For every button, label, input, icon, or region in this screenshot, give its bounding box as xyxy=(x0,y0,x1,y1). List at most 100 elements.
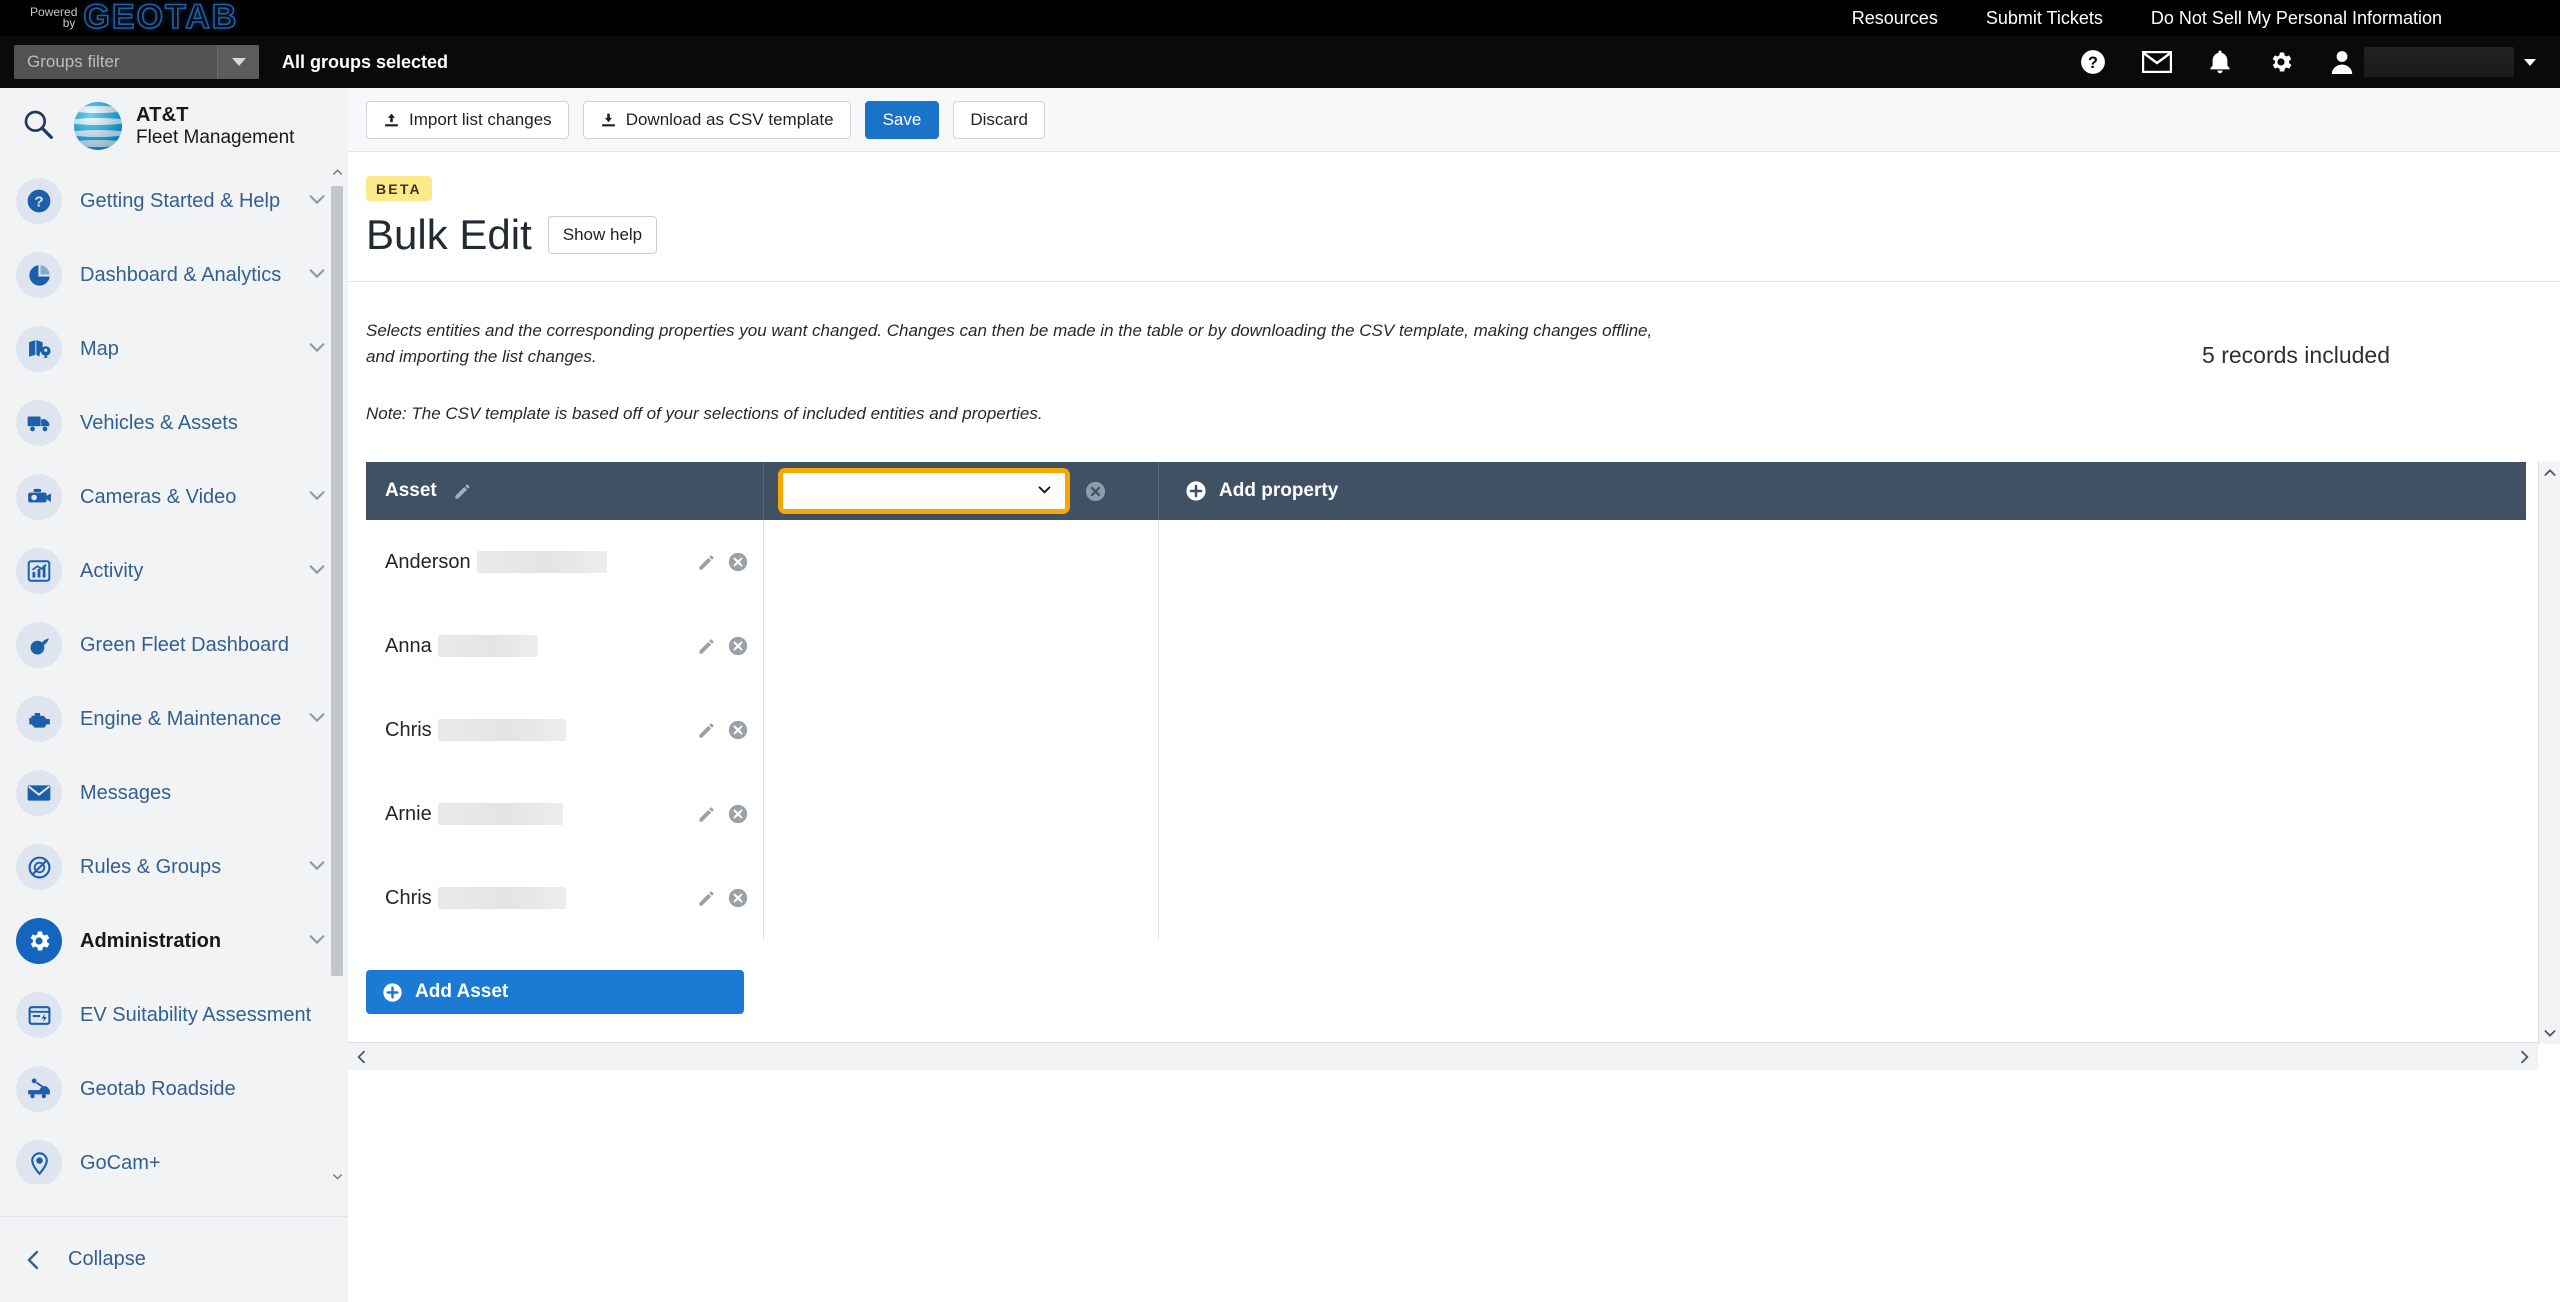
sidebar-item-cameras-video[interactable]: Cameras & Video xyxy=(0,460,348,534)
discard-button[interactable]: Discard xyxy=(953,100,1045,139)
remove-row-icon[interactable] xyxy=(727,887,749,909)
edit-pencil-icon[interactable] xyxy=(697,805,716,824)
remove-property-icon[interactable] xyxy=(1084,480,1107,503)
question-circle-icon: ? xyxy=(16,178,62,224)
link-submit-tickets[interactable]: Submit Tickets xyxy=(1986,8,2103,29)
chevron-down-icon[interactable] xyxy=(306,706,332,733)
remove-row-icon[interactable] xyxy=(727,551,749,573)
page-title: Bulk Edit xyxy=(366,211,532,258)
sidebar-item-rules-groups[interactable]: Rules & Groups xyxy=(0,830,348,904)
sidebar-item-vehicles-assets[interactable]: Vehicles & Assets xyxy=(0,386,348,460)
link-resources[interactable]: Resources xyxy=(1852,8,1938,29)
sidebar-item-engine-maintenance[interactable]: Engine & Maintenance xyxy=(0,682,348,756)
edit-pencil-icon[interactable] xyxy=(697,637,716,656)
sidebar-item-gocam-plus[interactable]: GoCam+ xyxy=(0,1126,348,1184)
property-cell[interactable] xyxy=(764,688,1159,772)
remove-row-icon[interactable] xyxy=(727,719,749,741)
chevron-down-icon[interactable] xyxy=(306,336,332,363)
add-asset-button[interactable]: Add Asset xyxy=(366,970,744,1014)
sidebar-item-ev-suitability-assessment[interactable]: EV Suitability Assessment xyxy=(0,978,348,1052)
sidebar-scroll-thumb[interactable] xyxy=(331,186,343,976)
chevron-down-icon xyxy=(231,58,246,66)
sidebar-item-getting-started[interactable]: ? Getting Started & Help xyxy=(0,164,348,238)
remove-row-icon[interactable] xyxy=(727,635,749,657)
table-row[interactable]: Arnie xyxy=(366,772,2526,856)
edit-pencil-icon[interactable] xyxy=(697,721,716,740)
groups-filter-caret[interactable] xyxy=(217,45,259,79)
table-row[interactable]: Chris xyxy=(366,856,2526,940)
property-select[interactable] xyxy=(783,473,1065,509)
property-cell[interactable] xyxy=(764,520,1159,604)
asset-name: Chris xyxy=(385,886,432,909)
chevron-down-icon[interactable] xyxy=(306,854,332,881)
sidebar-item-label: Cameras & Video xyxy=(80,485,237,508)
sidebar-item-label: GoCam+ xyxy=(80,1151,161,1174)
scroll-up-icon[interactable] xyxy=(2542,465,2558,481)
gear-icon[interactable] xyxy=(2268,49,2294,75)
user-account-menu[interactable] xyxy=(2330,47,2536,77)
bell-icon[interactable] xyxy=(2208,49,2232,75)
save-button[interactable]: Save xyxy=(864,100,940,139)
add-property-button[interactable]: Add property xyxy=(1159,462,2526,520)
sidebar-item-map[interactable]: Map xyxy=(0,312,348,386)
scroll-right-icon[interactable] xyxy=(2516,1049,2532,1065)
property-cell[interactable] xyxy=(764,856,1159,940)
chevron-down-icon[interactable] xyxy=(306,558,332,585)
edit-pencil-icon[interactable] xyxy=(697,553,716,572)
sidebar-item-label: Activity xyxy=(80,559,144,582)
groups-filter-dropdown[interactable]: Groups filter xyxy=(14,45,259,79)
scroll-left-icon[interactable] xyxy=(354,1049,370,1065)
sidebar-item-geotab-roadside[interactable]: Geotab Roadside xyxy=(0,1052,348,1126)
sidebar-item-messages[interactable]: Messages xyxy=(0,756,348,830)
table-row[interactable]: Chris xyxy=(366,688,2526,772)
asset-cell: Chris xyxy=(366,688,764,772)
geotab-brand-logo: Powered by GEOTAB xyxy=(30,0,238,35)
asset-cell: Anna xyxy=(366,604,764,688)
remove-row-icon[interactable] xyxy=(727,803,749,825)
help-icon[interactable]: ? xyxy=(2080,49,2106,75)
att-brand-line1: AT&T xyxy=(136,104,189,127)
sidebar-collapse-button[interactable]: Collapse xyxy=(0,1216,348,1302)
sidebar-item-administration[interactable]: Administration xyxy=(0,904,348,978)
sidebar-scrollbar[interactable] xyxy=(330,164,344,1184)
scroll-down-icon[interactable] xyxy=(330,1168,344,1184)
import-list-changes-button[interactable]: Import list changes xyxy=(366,100,569,139)
sidebar-item-label: Rules & Groups xyxy=(80,855,222,878)
empty-cell xyxy=(1159,688,2526,772)
sidebar-item-dashboard-analytics[interactable]: Dashboard & Analytics xyxy=(0,238,348,312)
table-row[interactable]: Anderson xyxy=(366,520,2526,604)
property-select-focus-ring xyxy=(778,468,1070,514)
sidebar-item-green-fleet-dashboard[interactable]: Green Fleet Dashboard xyxy=(0,608,348,682)
table-row[interactable]: Anna xyxy=(366,604,2526,688)
sidebar-item-label: Engine & Maintenance xyxy=(80,707,282,730)
property-cell[interactable] xyxy=(764,604,1159,688)
sidebar-item-activity[interactable]: Activity xyxy=(0,534,348,608)
plus-circle-icon xyxy=(1185,480,1207,502)
show-help-button[interactable]: Show help xyxy=(547,216,658,254)
chevron-down-icon[interactable] xyxy=(306,928,332,955)
groups-filter-label: Groups filter xyxy=(27,52,120,71)
mail-icon[interactable] xyxy=(2142,51,2172,73)
page-header: BETA Bulk Edit Show help xyxy=(348,152,2560,282)
chevron-down-icon[interactable] xyxy=(306,262,332,289)
download-icon xyxy=(600,111,617,129)
chevron-down-icon[interactable] xyxy=(306,188,332,215)
chevron-down-icon[interactable] xyxy=(306,484,332,511)
description-text: Selects entities and the corresponding p… xyxy=(366,321,1653,367)
property-cell[interactable] xyxy=(764,772,1159,856)
table-vertical-scrollbar[interactable] xyxy=(2538,462,2560,1044)
edit-pencil-icon[interactable] xyxy=(453,482,472,501)
sidebar-item-label: Dashboard & Analytics xyxy=(80,263,282,286)
scroll-up-icon[interactable] xyxy=(330,164,344,180)
table-horizontal-scrollbar[interactable] xyxy=(348,1042,2538,1070)
sidebar-item-label: Vehicles & Assets xyxy=(80,411,238,434)
sidebar: AT&T Fleet Management ? Getting Started … xyxy=(0,88,348,1302)
groups-filter-bar: Groups filter All groups selected ? xyxy=(0,36,2560,88)
asset-cell: Anderson xyxy=(366,520,764,604)
link-do-not-sell[interactable]: Do Not Sell My Personal Information xyxy=(2151,8,2442,29)
scroll-down-icon[interactable] xyxy=(2542,1025,2558,1041)
edit-pencil-icon[interactable] xyxy=(697,889,716,908)
download-csv-template-button[interactable]: Download as CSV template xyxy=(582,100,851,139)
search-icon[interactable] xyxy=(22,108,54,145)
empty-cell xyxy=(1159,520,2526,604)
